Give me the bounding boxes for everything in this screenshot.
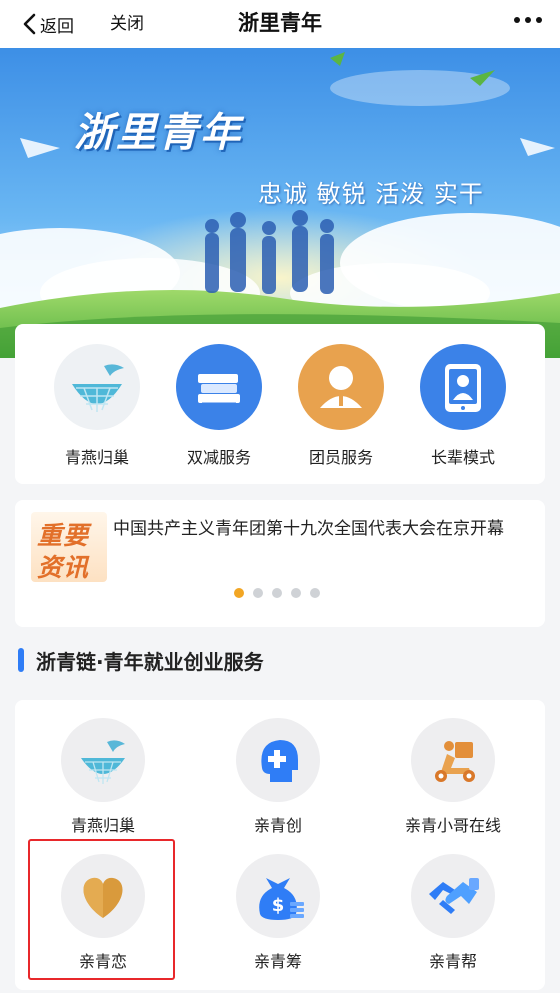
service-label: 亲青筹 [253, 952, 302, 971]
elder-tablet-icon [420, 344, 506, 430]
books-icon [176, 344, 262, 430]
quick-item-label: 团员服务 [308, 448, 373, 467]
service-qingyan[interactable]: 青燕归巢 [28, 718, 178, 836]
section-accent-bar [18, 648, 24, 672]
carousel-dot[interactable] [310, 588, 320, 598]
news-headline[interactable]: 中国共产主义青年团第十九次全国代表大会在京开幕 [113, 514, 504, 539]
service-qinqingchuang[interactable]: 亲青创 [203, 718, 353, 836]
quick-item-shuangjian[interactable]: 双减服务 [159, 344, 279, 468]
svg-text:$: $ [272, 895, 285, 916]
quick-item-label: 长辈模式 [430, 448, 495, 467]
quick-item-label: 双减服务 [186, 448, 251, 467]
carousel-dot[interactable] [291, 588, 301, 598]
badge-line-1: 重要 [37, 521, 90, 550]
service-label: 亲青帮 [428, 952, 477, 971]
carousel-dot[interactable] [234, 588, 244, 598]
service-label: 亲青恋 [78, 952, 127, 971]
banner-slogan: 忠诚 敏锐 活泼 实干 [258, 180, 484, 208]
service-label: 亲青小哥在线 [404, 816, 501, 835]
nest-icon [54, 344, 140, 430]
service-label: 青燕归巢 [70, 816, 135, 835]
heart-icon [61, 854, 145, 938]
quick-item-qingyan[interactable]: 青燕归巢 [37, 344, 157, 468]
carousel-dot[interactable] [253, 588, 263, 598]
handshake-icon [411, 854, 495, 938]
service-qinqingbang[interactable]: 亲青帮 [378, 854, 528, 972]
nest-icon [61, 718, 145, 802]
hero-banner[interactable]: 浙里青年 忠诚 敏锐 活泼 实干 [0, 48, 560, 358]
carousel-dot[interactable] [272, 588, 282, 598]
delivery-scooter-icon [411, 718, 495, 802]
banner-title: 浙里青年 [74, 110, 242, 156]
quick-item-elder-mode[interactable]: 长辈模式 [403, 344, 523, 468]
service-qinqinglian[interactable]: 亲青恋 [28, 854, 178, 972]
important-news-badge: 重要 资讯 [31, 512, 107, 582]
news-card: 重要 资讯 中国共产主义青年团第十九次全国代表大会在京开幕 [15, 500, 545, 627]
service-label: 亲青创 [253, 816, 302, 835]
page-title: 浙里青年 [238, 11, 322, 35]
quick-item-label: 青燕归巢 [64, 448, 129, 467]
member-icon [298, 344, 384, 430]
more-menu-icon[interactable] [514, 17, 542, 23]
top-nav-bar: 返回 关闭 浙里青年 [0, 0, 560, 48]
quick-services-card: 青燕归巢 双减服务 团员服务 长辈模式 [15, 324, 545, 484]
money-bag-icon: $ [236, 854, 320, 938]
carousel-dots [234, 588, 320, 598]
quick-item-tuanyuan[interactable]: 团员服务 [281, 344, 401, 468]
service-qinqingchou[interactable]: $ 亲青筹 [203, 854, 353, 972]
badge-line-2: 资讯 [37, 553, 90, 582]
services-grid-card: 青燕归巢 亲青创 亲青小哥在线 亲青恋 $ 亲青筹 亲青帮 [15, 700, 545, 990]
section-title: 浙青链·青年就业创业服务 [36, 650, 264, 674]
service-delivery[interactable]: 亲青小哥在线 [378, 718, 528, 836]
puzzle-head-icon [236, 718, 320, 802]
